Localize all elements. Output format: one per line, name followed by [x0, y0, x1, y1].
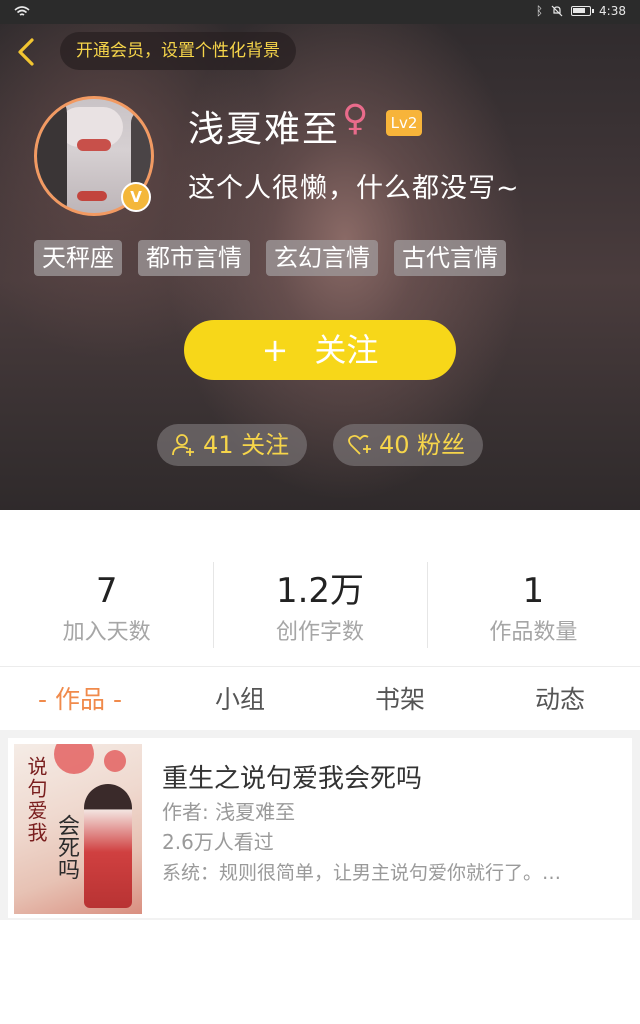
book-cover-image[interactable]: 说句爱我 会死吗 [14, 744, 142, 914]
tag-item: 都市言情 [138, 240, 250, 276]
following-count-button[interactable]: 41 关注 [157, 424, 307, 466]
bluetooth-icon: ᛒ [535, 4, 544, 18]
stat-works-count: 1 作品数量 [426, 560, 640, 650]
username: 浅夏难至 [188, 109, 341, 150]
tag-item: 天秤座 [34, 240, 122, 276]
follow-button-label: 关注 [314, 331, 379, 369]
tab-groups[interactable]: 小组 [160, 672, 320, 728]
tag-item: 玄幻言情 [266, 240, 378, 276]
stats-row: 7 加入天数 1.2万 创作字数 1 作品数量 [0, 560, 640, 650]
stat-label: 作品数量 [489, 620, 578, 645]
back-arrow-icon[interactable] [10, 34, 46, 70]
fans-count: 40 粉丝 [379, 431, 466, 459]
fans-count-button[interactable]: 40 粉丝 [333, 424, 483, 466]
stat-value: 1.2万 [275, 571, 365, 611]
divider [0, 666, 640, 667]
plus-icon: + [261, 331, 289, 369]
tab-bar: - 作品 - 小组 书架 动态 [0, 672, 640, 728]
vip-banner[interactable]: 开通会员，设置个性化背景 [60, 32, 296, 70]
tab-bookshelf[interactable]: 书架 [320, 672, 480, 728]
profile-header: ᛒ 4:38 开通会员，设置个性化背景 V 浅夏难至 ♀ Lv2 这个人很懒，什… [0, 0, 640, 510]
cover-title: 说句爱我 [24, 756, 48, 844]
follow-button[interactable]: + 关注 [184, 320, 456, 380]
cover-subtitle: 会死吗 [54, 814, 79, 880]
verified-badge: V [121, 182, 151, 212]
book-views: 2.6万人看过 [162, 830, 274, 854]
heart-add-icon [348, 434, 371, 455]
stat-value: 1 [522, 571, 545, 611]
stat-word-count: 1.2万 创作字数 [213, 560, 426, 650]
status-bar: ᛒ 4:38 [0, 0, 640, 24]
status-time: 4:38 [599, 4, 626, 18]
tab-works[interactable]: - 作品 - [0, 672, 160, 728]
tag-item: 古代言情 [394, 240, 506, 276]
stat-label: 创作字数 [275, 620, 364, 645]
bio-text: 这个人很懒，什么都没写~ [188, 173, 520, 204]
stat-join-days: 7 加入天数 [0, 560, 213, 650]
book-title[interactable]: 重生之说句爱我会死吗 [162, 758, 422, 795]
book-description: 系统：规则很简单，让男主说句爱你就行了。… [162, 862, 562, 884]
mute-icon [551, 5, 563, 17]
book-author: 作者: 浅夏难至 [162, 800, 296, 824]
battery-icon [571, 6, 595, 16]
tab-activity[interactable]: 动态 [480, 672, 640, 728]
stat-value: 7 [95, 571, 118, 611]
wifi-icon [14, 6, 30, 16]
following-count: 41 关注 [203, 431, 290, 459]
tag-list: 天秤座 都市言情 玄幻言情 古代言情 [34, 240, 506, 276]
user-add-icon [172, 434, 194, 456]
work-card[interactable]: 说句爱我 会死吗 重生之说句爱我会死吗 作者: 浅夏难至 2.6万人看过 系统：… [8, 738, 632, 918]
stat-label: 加入天数 [62, 620, 151, 645]
female-icon: ♀ [342, 98, 369, 139]
level-badge: Lv2 [386, 110, 422, 136]
